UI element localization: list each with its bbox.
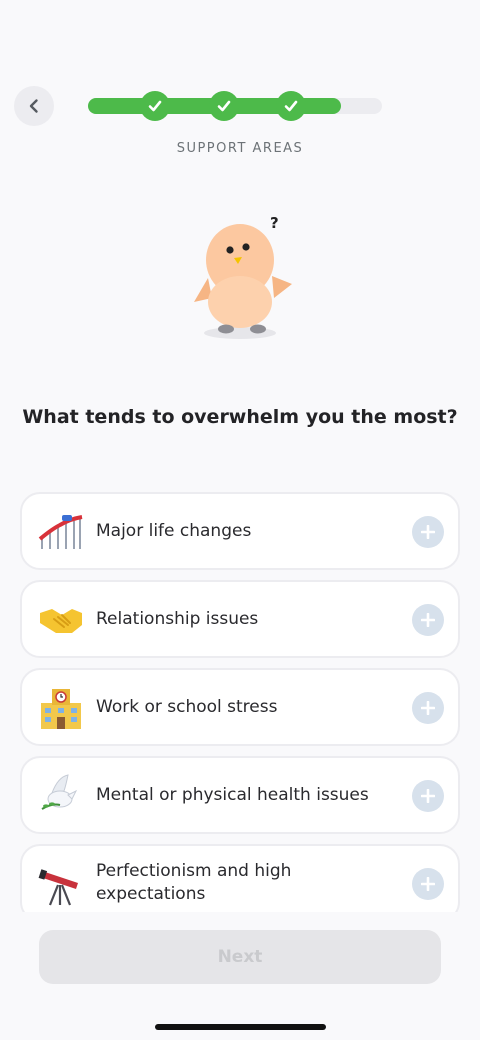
checkmark-icon	[284, 100, 298, 112]
add-option-button[interactable]	[412, 692, 444, 724]
add-option-button[interactable]	[412, 516, 444, 548]
progress-step-3-complete	[276, 91, 306, 121]
checkmark-icon	[148, 100, 162, 112]
question-mark: ?	[270, 214, 279, 232]
add-option-button[interactable]	[412, 604, 444, 636]
option-label: Mental or physical health issues	[96, 784, 369, 805]
telescope-icon	[38, 861, 84, 907]
school-building-icon	[38, 685, 84, 731]
plus-icon	[421, 613, 435, 627]
progress-step-1-complete	[140, 91, 170, 121]
checkmark-icon	[217, 100, 231, 112]
plus-icon	[421, 789, 435, 803]
section-label: SUPPORT AREAS	[176, 141, 304, 156]
option-relationship-issues[interactable]: Relationship issues	[20, 580, 460, 658]
option-major-life-changes[interactable]: Major life changes	[20, 492, 460, 570]
next-button[interactable]: Next	[39, 930, 441, 984]
mascot-bird-illustration: ?	[194, 214, 292, 339]
add-option-button[interactable]	[412, 868, 444, 900]
progress-step-2-complete	[209, 91, 239, 121]
plus-icon	[421, 877, 435, 891]
chevron-left-icon	[29, 99, 38, 113]
progress-bar	[88, 91, 382, 121]
roller-coaster-icon	[38, 509, 84, 555]
option-label: Relationship issues	[96, 608, 259, 629]
handshake-icon	[38, 597, 84, 643]
options-list[interactable]: Major life changes Relationship issues W…	[20, 492, 460, 912]
question-heading: What tends to overwhelm you the most?	[22, 406, 458, 428]
plus-icon	[421, 701, 435, 715]
option-work-or-school-stress[interactable]: Work or school stress	[20, 668, 460, 746]
option-perfectionism-and-high-expectations[interactable]: Perfectionism and high expectations	[20, 844, 460, 912]
option-label: Work or school stress	[96, 696, 278, 717]
option-label: Perfectionism and high expectations	[96, 861, 292, 904]
dove-icon	[38, 773, 84, 819]
option-label: Major life changes	[96, 520, 252, 541]
back-button[interactable]	[14, 86, 54, 126]
home-indicator	[155, 1024, 326, 1030]
option-mental-or-physical-health-issues[interactable]: Mental or physical health issues	[20, 756, 460, 834]
plus-icon	[421, 525, 435, 539]
add-option-button[interactable]	[412, 780, 444, 812]
